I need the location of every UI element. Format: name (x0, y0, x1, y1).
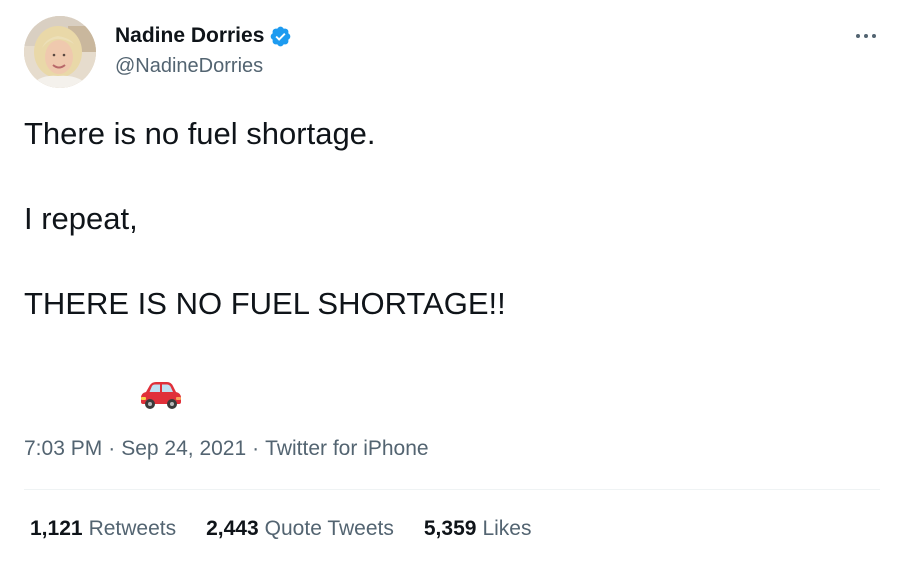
tweet-date[interactable]: Sep 24, 2021 (121, 437, 246, 460)
tweet-metadata: 7:03 PM · Sep 24, 2021 · Twitter for iPhone (24, 436, 429, 462)
likes-label: Likes (482, 517, 532, 540)
red-car-emoji (141, 382, 181, 409)
tweet-stats: 1,121 Retweets 2,443 Quote Tweets 5,359 Lik… (30, 516, 561, 542)
divider (24, 489, 880, 490)
author-name-row: Nadine Dorries (115, 23, 292, 49)
meta-separator: · (108, 437, 116, 460)
quote-tweets-stat[interactable]: 2,443 Quote Tweets (206, 516, 394, 542)
retweets-label: Retweets (88, 517, 177, 540)
tweet-text-line-3: THERE IS NO FUEL SHORTAGE!! (24, 286, 506, 321)
tweet-text-line-2: I repeat, (24, 201, 138, 236)
author-display-name[interactable]: Nadine Dorries (115, 23, 264, 49)
meta-separator: · (252, 437, 260, 460)
likes-count: 5,359 (423, 517, 477, 540)
tweet-text-line-1: There is no fuel shortage. (24, 116, 376, 151)
tweet-source[interactable]: Twitter for iPhone (265, 437, 428, 460)
quote-tweets-count: 2,443 (206, 517, 259, 540)
author-handle[interactable]: @NadineDorries (115, 54, 263, 78)
quote-tweets-label: Quote Tweets (264, 517, 394, 540)
retweets-stat[interactable]: 1,121 Retweets (30, 516, 176, 542)
avatar-photo (24, 16, 96, 88)
tweet-card: Nadine Dorries @NadineDorries There is n… (0, 0, 904, 568)
avatar[interactable] (24, 16, 96, 88)
verified-badge-icon (271, 26, 291, 46)
tweet-time[interactable]: 7:03 PM (24, 437, 102, 460)
likes-stat[interactable]: 5,359 Likes (424, 516, 532, 542)
retweets-count: 1,121 (30, 517, 83, 540)
more-options-icon[interactable] (852, 24, 880, 48)
